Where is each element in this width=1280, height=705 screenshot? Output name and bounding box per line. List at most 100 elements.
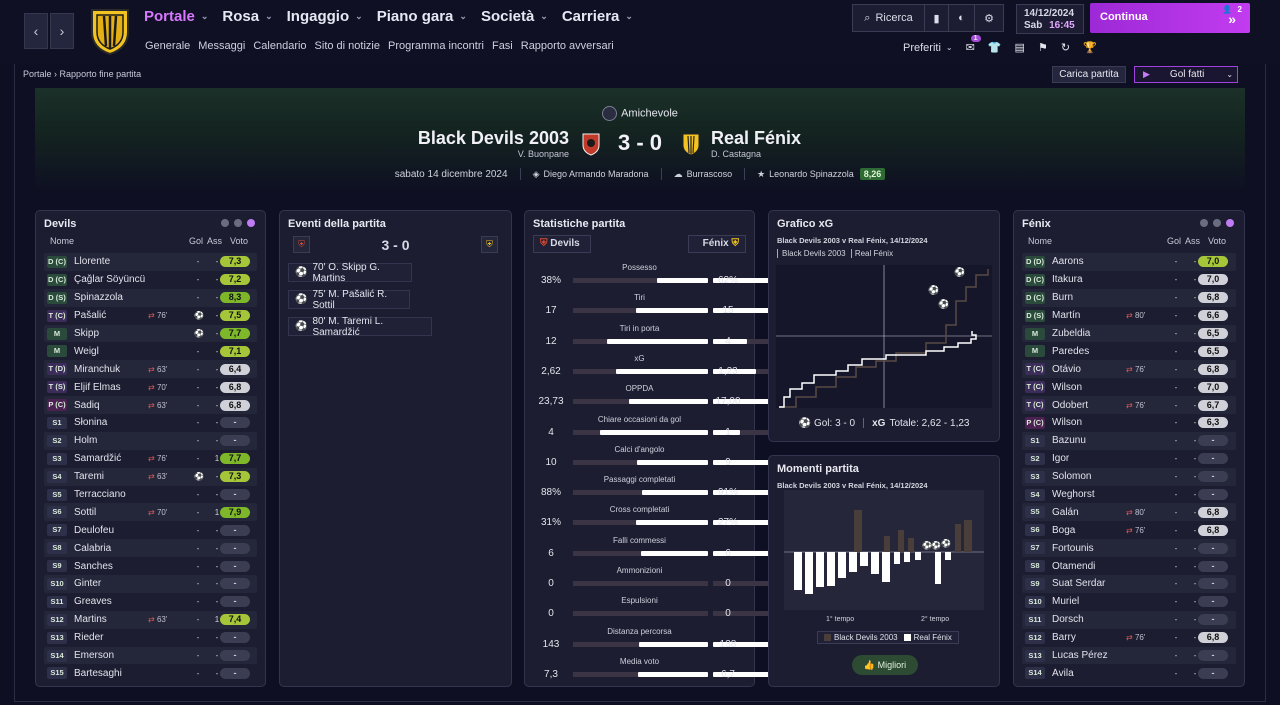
table-row[interactable]: S9 Sanches - - - — [44, 557, 257, 575]
table-row[interactable]: S13 Lucas Pérez - - - — [1022, 646, 1236, 665]
table-row[interactable]: S12 Barry ⇄ 76' - -6,8 — [1022, 629, 1236, 647]
table-row[interactable]: S14 Ávila - - - — [1022, 664, 1236, 682]
subnav-notizie[interactable]: Sito di notizie — [315, 40, 380, 52]
player-name[interactable]: Samardžić — [74, 453, 156, 464]
subnav-fasi[interactable]: Fasi — [492, 40, 513, 52]
player-name[interactable]: Sottil — [74, 507, 156, 518]
subnav-programma[interactable]: Programma incontri — [388, 40, 484, 52]
player-name[interactable]: Zubeldia — [1052, 328, 1134, 339]
subnav-generale[interactable]: Generale — [145, 40, 190, 52]
table-row[interactable]: S10 Muriel - - - — [1022, 593, 1236, 611]
table-row[interactable]: S6 Sottil ⇄ 70' -1 7,9 — [44, 503, 257, 522]
table-row[interactable]: P (C) Sadiq ⇄ 63' - -6,8 — [44, 396, 257, 415]
bookmark-button[interactable]: ▮ — [925, 5, 949, 31]
player-name[interactable]: Igor — [1052, 453, 1134, 464]
player-name[interactable]: Burn — [1052, 292, 1134, 303]
table-row[interactable]: S9 Suat Serdar - - - — [1022, 575, 1236, 593]
player-name[interactable]: Otamendi — [1052, 561, 1134, 572]
player-name[interactable]: Terracciano — [74, 489, 156, 500]
player-name[interactable]: Wilson — [1052, 382, 1134, 393]
player-name[interactable]: Lucas Pérez — [1052, 650, 1134, 661]
table-row[interactable]: S7 Deulofeu - - - — [44, 521, 257, 539]
player-name[interactable]: Solomon — [1052, 471, 1134, 482]
table-row[interactable]: S3 Samardžić ⇄ 76' -1 7,7 — [44, 450, 257, 468]
table-row[interactable]: S13 Rieder - - - — [44, 629, 257, 647]
table-row[interactable]: D (C) Burn - -6,8 — [1022, 288, 1236, 307]
table-row[interactable]: M Paredes - -6,5 — [1022, 342, 1236, 360]
panel-pager[interactable] — [1200, 219, 1234, 227]
player-name[interactable]: Weghorst — [1052, 489, 1134, 500]
player-name[interactable]: Deulofeu — [74, 525, 156, 536]
date-display[interactable]: 14/12/2024 Sab 16:45 — [1016, 4, 1084, 34]
player-name[interactable]: Spinazzola — [74, 292, 156, 303]
nav-carriera[interactable]: Carriera ⌄ — [562, 8, 633, 25]
player-name[interactable]: Eljif Elmas — [74, 382, 156, 393]
home-team[interactable]: Black Devils 2003 V. Buonpane — [418, 128, 569, 159]
subnav-rapporto[interactable]: Rapporto avversari — [521, 40, 614, 52]
shirt-icon[interactable]: 👕 — [988, 41, 1002, 54]
club-crest-icon[interactable] — [88, 6, 132, 56]
table-row[interactable]: S10 Ginter - - - — [44, 575, 257, 593]
player-name[interactable]: Llorente — [74, 256, 156, 267]
table-row[interactable]: S6 Boga ⇄ 76' - -6,8 — [1022, 521, 1236, 539]
continue-button[interactable]: Continua 👤 2 » — [1090, 3, 1250, 33]
player-name[interactable]: Çağlar Söyüncü — [74, 274, 156, 285]
subnav-calendario[interactable]: Calendario — [253, 40, 306, 52]
away-team[interactable]: Real Fénix D. Castagna — [711, 128, 801, 159]
event-goal-3[interactable]: ⚽ 80' M. Taremi L. Samardžić — [288, 316, 432, 338]
table-row[interactable]: S15 Bartesaghi - - - — [44, 664, 257, 682]
settings-button[interactable]: ⚙ — [975, 5, 1003, 31]
nav-rosa[interactable]: Rosa ⌄ — [222, 8, 272, 25]
table-row[interactable]: S1 Słonina - - - — [44, 414, 257, 432]
table-row[interactable]: T (C) Odobert ⇄ 76' - -6,7 — [1022, 396, 1236, 415]
tactics-icon[interactable]: ⚑ — [1038, 41, 1048, 54]
player-name[interactable]: Itakura — [1052, 274, 1134, 285]
panel-pager[interactable] — [221, 219, 255, 227]
table-row[interactable]: S7 Fortounis - - - — [1022, 539, 1236, 558]
load-match-button[interactable]: Carica partita — [1052, 66, 1126, 83]
favorites-dropdown[interactable]: Preferiti — [903, 42, 941, 54]
trophy-icon[interactable]: 🏆 — [1083, 41, 1097, 54]
player-name[interactable]: Emerson — [74, 650, 156, 661]
contract-icon[interactable]: ▤ — [1015, 41, 1025, 54]
table-row[interactable]: T (D) Miranchuk ⇄ 63' - -6,4 — [44, 360, 257, 379]
player-name[interactable]: Muriel — [1052, 596, 1134, 607]
player-name[interactable]: Calabria — [74, 543, 156, 554]
table-row[interactable]: S2 Holm - - - — [44, 431, 257, 450]
table-row[interactable]: D (S) Spinazzola - -8,3 — [44, 288, 257, 307]
table-row[interactable]: M Weigl - -7,1 — [44, 342, 257, 360]
player-name[interactable]: Sanches — [74, 561, 156, 572]
player-name[interactable]: Paredes — [1052, 346, 1134, 357]
table-row[interactable]: S1 Bazunu - - - — [1022, 431, 1236, 450]
subnav-messaggi[interactable]: Messaggi — [198, 40, 245, 52]
event-goal-1[interactable]: ⚽ 70' O. Skipp G. Martins — [288, 262, 412, 284]
table-row[interactable]: D (C) Çağlar Söyüncü - -7,2 — [44, 271, 257, 289]
player-name[interactable]: Odobert — [1052, 400, 1134, 411]
player-name[interactable]: Bartesaghi — [74, 668, 156, 679]
player-name[interactable]: Holm — [74, 435, 156, 446]
player-name[interactable]: Miranchuk — [74, 364, 156, 375]
breadcrumb-root[interactable]: Portale — [23, 69, 52, 79]
player-name[interactable]: Martins — [74, 614, 156, 625]
event-goal-2[interactable]: ⚽ 75' M. Pašalić R. Sottil — [288, 289, 410, 311]
table-row[interactable]: S11 Dorsch - - - — [1022, 610, 1236, 629]
forward-button[interactable]: › — [50, 13, 74, 49]
table-row[interactable]: T (C) Pašalić ⇄ 76' ⚽ -7,5 — [44, 307, 257, 325]
table-row[interactable]: S12 Martins ⇄ 63' -1 7,4 — [44, 610, 257, 629]
table-row[interactable]: S3 Solomon - - - — [1022, 467, 1236, 486]
player-name[interactable]: Suat Serdar — [1052, 578, 1134, 589]
table-row[interactable]: T (C) Wilson - -7,0 — [1022, 378, 1236, 396]
table-row[interactable]: S4 Weghorst - - - — [1022, 486, 1236, 504]
table-row[interactable]: M Skipp ⚽ -7,7 — [44, 324, 257, 343]
table-row[interactable]: T (S) Eljif Elmas ⇄ 70' - -6,8 — [44, 378, 257, 396]
player-name[interactable]: Wilson — [1052, 417, 1134, 428]
goals-dropdown[interactable]: ▶ Gol fatti ⌄ — [1134, 66, 1238, 83]
table-row[interactable]: S4 Taremi ⇄ 63' ⚽ -7,3 — [44, 467, 257, 486]
player-name[interactable]: Galán — [1052, 507, 1134, 518]
player-name[interactable]: Greaves — [74, 596, 156, 607]
table-row[interactable]: D (C) Itakura - -7,0 — [1022, 271, 1236, 289]
refresh-icon[interactable]: ↻ — [1061, 41, 1070, 54]
table-row[interactable]: S8 Calabria - - - — [44, 539, 257, 558]
table-row[interactable]: D (D) Aarons - -7,0 — [1022, 253, 1236, 271]
player-name[interactable]: Skipp — [74, 328, 156, 339]
